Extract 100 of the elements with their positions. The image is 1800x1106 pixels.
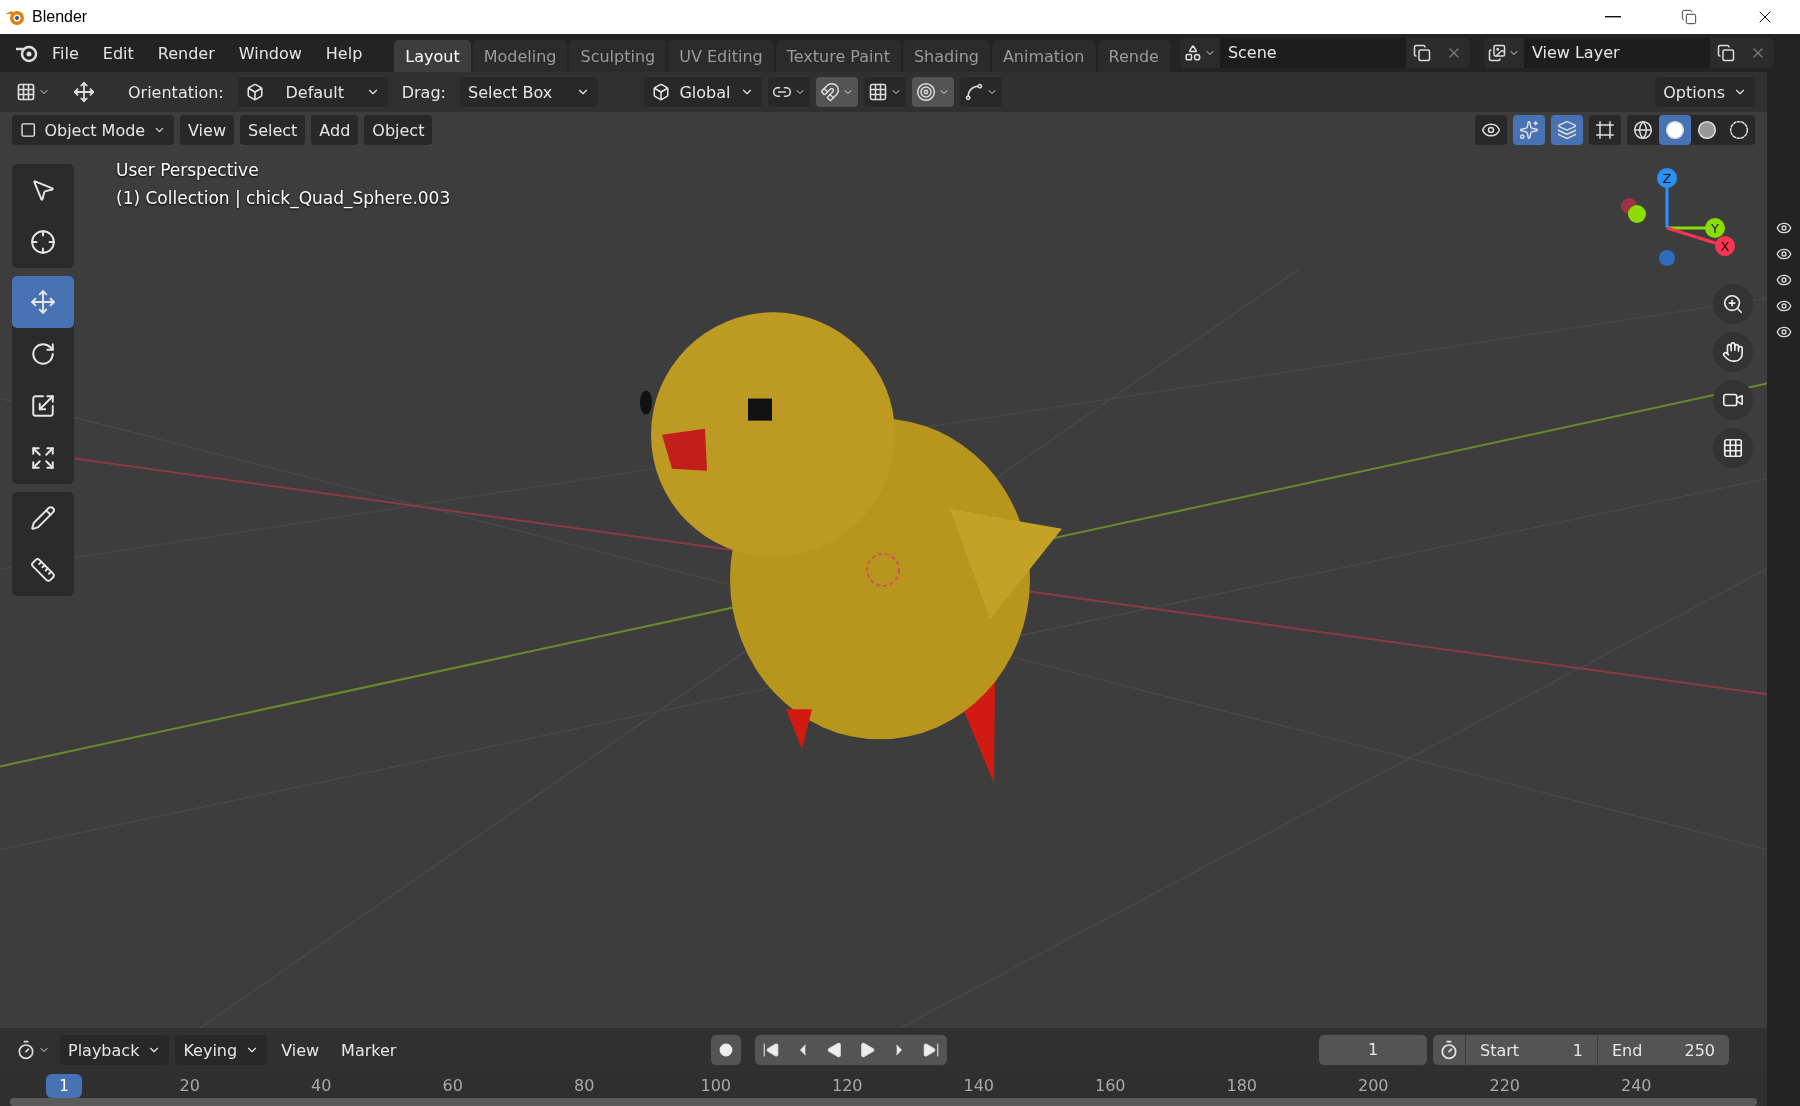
scene-field[interactable]: Scene [1219, 38, 1406, 68]
frame-tick: 220 [1488, 1075, 1521, 1097]
viewport-menu-item[interactable]: Select [239, 115, 306, 145]
record-icon [719, 1043, 733, 1057]
orientation-dropdown[interactable]: Default [237, 77, 388, 107]
frame-tick: 160 [1093, 1075, 1127, 1097]
record-button[interactable] [711, 1035, 741, 1065]
frame-tick: 80 [573, 1075, 596, 1097]
visibility-toggle[interactable] [1475, 115, 1507, 145]
frame-tick: 100 [699, 1075, 732, 1097]
axis-label: X [1720, 239, 1730, 254]
crosshair-icon [30, 229, 56, 255]
jump-end-icon [922, 1041, 940, 1059]
curve-icon [963, 82, 984, 102]
menu-item[interactable]: File [40, 39, 91, 67]
pencil-icon [30, 505, 56, 531]
axis-label: Y [1711, 221, 1719, 236]
view-name: User Perspective [116, 160, 260, 180]
frame-tick: 200 [1356, 1075, 1390, 1097]
timeline-menu-item[interactable]: Playback [60, 1035, 170, 1065]
grid-icon [16, 82, 36, 102]
eye-icon [1775, 246, 1792, 262]
workspace-tab[interactable]: Modeling [472, 40, 568, 72]
scrollbar[interactable] [10, 1098, 1757, 1106]
navigation-gizmo[interactable]: Z Y X [1607, 158, 1747, 268]
end-value: 250 [1684, 1040, 1715, 1060]
timeline-menu-item[interactable]: Marker [333, 1040, 405, 1060]
playhead[interactable]: 1 [46, 1074, 82, 1098]
snap-grid-icon [867, 82, 888, 102]
start-label: Start [1480, 1040, 1520, 1060]
end-label: End [1612, 1040, 1643, 1060]
frame-tick: 240 [1619, 1075, 1653, 1097]
shading-button[interactable] [1659, 115, 1691, 145]
view-layer-field[interactable]: View Layer [1523, 38, 1710, 68]
xray-toggle[interactable] [1589, 115, 1621, 145]
workspace-tab[interactable]: Texture Paint [775, 40, 901, 72]
rotate-icon [30, 341, 56, 367]
scene-icon [1183, 44, 1202, 62]
menu-item[interactable]: Window [226, 39, 314, 67]
mode-dropdown[interactable]: Object Mode [12, 115, 174, 145]
xray-icon [1595, 120, 1615, 140]
frame-tick: 180 [1225, 1075, 1258, 1097]
orientation-label: Orientation: [127, 82, 225, 102]
hand-icon [1722, 341, 1744, 363]
axis-label: Z [1662, 171, 1672, 186]
gizmo-icon [1519, 120, 1539, 140]
snap-target-toggle[interactable] [863, 77, 906, 107]
viewport-menu-item[interactable]: View [180, 115, 234, 145]
timeline-menu-item[interactable]: View [273, 1040, 328, 1060]
frame-range-field[interactable]: Start 1 End 250 [1433, 1035, 1729, 1065]
menu-item[interactable]: Help [313, 39, 375, 67]
eye-icon [1775, 272, 1792, 288]
menu-item[interactable]: Render [145, 39, 227, 67]
half-sphere-icon [1697, 120, 1717, 140]
viewport-menu-item[interactable]: Add [311, 115, 359, 145]
magnet-icon [819, 82, 840, 102]
transform-icon [30, 445, 56, 471]
gizmo-toggle[interactable] [1513, 115, 1545, 145]
stopwatch-icon [1439, 1040, 1459, 1060]
options-dropdown[interactable]: Options [1655, 77, 1755, 107]
timeline-menu-item[interactable]: Keying [175, 1035, 268, 1065]
frame-tick: 120 [830, 1075, 864, 1097]
workspace-tab[interactable]: Shading [902, 40, 990, 72]
drag-dropdown[interactable]: Select Box [459, 77, 598, 107]
jump-start-icon [762, 1041, 780, 1059]
viewport-menu-item[interactable]: Object [364, 115, 433, 145]
window-title: Blender [32, 8, 89, 26]
workspace-tab[interactable]: UV Editing [668, 40, 774, 72]
start-value: 1 [1572, 1040, 1583, 1060]
overlay-icon [1557, 120, 1577, 140]
zoom-icon [1722, 293, 1744, 315]
pivot-toggle[interactable] [767, 77, 810, 107]
frame-tick: 60 [441, 1075, 464, 1097]
copy-icon [1412, 44, 1431, 62]
ruler-icon [30, 557, 56, 583]
eye-icon [1775, 324, 1792, 340]
proportional-toggle[interactable] [911, 77, 954, 107]
restore-icon [1681, 9, 1697, 25]
axes-icon [245, 83, 264, 101]
scale-icon [30, 393, 56, 419]
transform-orientation-dropdown[interactable]: Global [643, 77, 762, 107]
play-icon [858, 1041, 876, 1059]
pointer-icon [30, 177, 56, 203]
drag-label: Drag: [400, 82, 447, 102]
workspace-tab[interactable]: Animation [991, 40, 1096, 72]
workspace-tab[interactable]: Sculpting [569, 40, 667, 72]
eye-icon [1775, 220, 1792, 236]
frame-tick: 140 [962, 1075, 995, 1097]
solid-sphere-icon [1665, 120, 1685, 140]
workspace-tab[interactable]: Rende [1097, 40, 1170, 72]
eye-icon [1481, 120, 1501, 140]
falloff-toggle[interactable] [959, 77, 1002, 107]
overlay-toggle[interactable] [1551, 115, 1583, 145]
move-icon [73, 81, 95, 103]
workspace-tab[interactable]: Layout [394, 40, 471, 72]
snap-toggle[interactable] [815, 77, 858, 107]
play-reverse-icon [826, 1041, 844, 1059]
current-frame-field[interactable]: 1 [1319, 1035, 1427, 1065]
menu-item[interactable]: Edit [90, 39, 146, 67]
copy-icon [1716, 44, 1735, 62]
